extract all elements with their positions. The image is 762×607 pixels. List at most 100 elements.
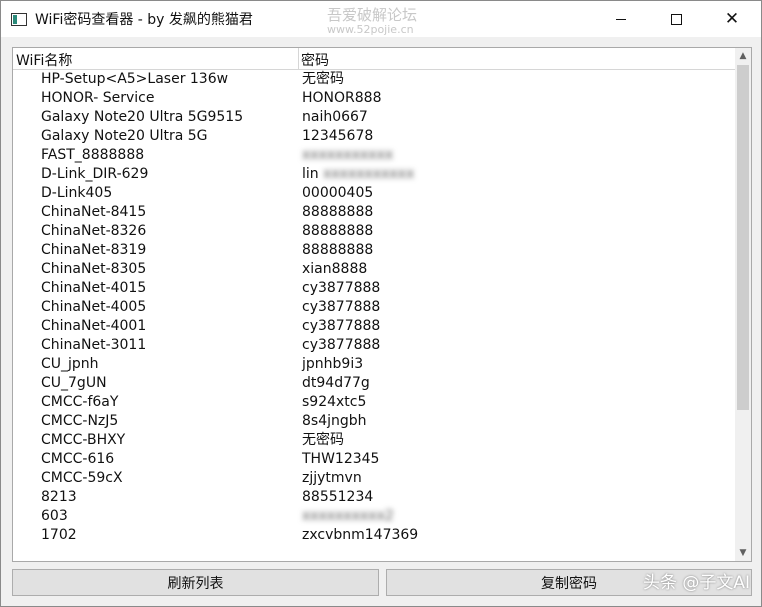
password-cell: s924xtc5 [302,394,367,410]
table-row[interactable]: ChinaNet-4005 cy3877888 [13,298,735,317]
maximize-icon [670,13,682,25]
column-separator[interactable] [298,48,299,70]
minimize-icon [616,18,626,20]
corner-watermark: 头条 @子文AI [643,573,751,593]
password-cell: HONOR888 [302,90,382,106]
table-row[interactable]: ChinaNet-4015 cy3877888 [13,279,735,298]
wifi-name-cell: CU_7gUN [41,375,107,391]
vertical-scrollbar[interactable]: ▲ ▼ [735,48,751,561]
close-icon: ✕ [724,8,740,29]
password-cell: 88888888 [302,204,374,220]
scrollbar-thumb[interactable] [737,65,749,410]
wifi-name-cell: FAST_8888888 [41,147,145,163]
list-rows: HP-Setup<A5>Laser 136w 无密码 HONOR- Service H… [13,70,735,545]
password-cell: jpnhb9i3 [302,356,364,372]
table-row[interactable]: CU_7gUN dt94d77g [13,374,735,393]
minimize-button[interactable] [598,1,644,37]
wifi-name-cell: D-Link_DIR-629 [41,166,149,182]
wifi-name-cell: CMCC-f6aY [41,394,119,410]
wifi-name-cell: D-Link405 [41,185,113,201]
column-header-password[interactable]: 密码 [301,50,329,70]
table-row[interactable]: Galaxy Note20 Ultra 5G 12345678 [13,127,735,146]
password-cell: xxxxxxxxxxx [302,147,394,163]
password-cell: cy3877888 [302,318,381,334]
table-row[interactable]: 1702 zxcvbnm147369 [13,526,735,545]
wifi-name-cell: CMCC-59cX [41,470,123,486]
password-cell: 8s4jngbh [302,413,367,429]
table-row[interactable]: ChinaNet-8319 88888888 [13,241,735,260]
password-cell: 88888888 [302,223,374,239]
password-cell: 00000405 [302,185,374,201]
wifi-name-cell: ChinaNet-4015 [41,280,147,296]
wifi-name-cell: Galaxy Note20 Ultra 5G [41,128,208,144]
wifi-list[interactable]: WiFi名称 密码 HP-Setup<A5>Laser 136w 无密码 HONOR… [12,47,752,562]
password-cell: xxxxxxxxxx2 [302,508,394,524]
table-row[interactable]: 8213 88551234 [13,488,735,507]
wifi-name-cell: CMCC-BHXY [41,432,126,448]
wifi-name-cell: 603 [41,508,68,524]
wifi-name-cell: 1702 [41,527,77,543]
table-row[interactable]: FAST_8888888 xxxxxxxxxxx [13,146,735,165]
refresh-list-button[interactable]: 刷新列表 [12,569,379,596]
table-row[interactable]: CMCC-616 THW12345 [13,450,735,469]
forum-watermark: 吾爱破解论坛 www.52pojie.cn [327,7,417,36]
table-row[interactable]: 603 xxxxxxxxxx2 [13,507,735,526]
wifi-name-cell: ChinaNet-4005 [41,299,147,315]
table-row[interactable]: ChinaNet-8326 88888888 [13,222,735,241]
password-cell: xian8888 [302,261,368,277]
table-row[interactable]: D-Link405 00000405 [13,184,735,203]
close-button[interactable]: ✕ [709,1,755,37]
password-cell: THW12345 [302,451,380,467]
password-cell: cy3877888 [302,337,381,353]
table-row[interactable]: HONOR- Service HONOR888 [13,89,735,108]
column-header-name[interactable]: WiFi名称 [16,50,72,70]
watermark-line1: 吾爱破解论坛 [327,6,418,24]
table-row[interactable]: CMCC-f6aY s924xtc5 [13,393,735,412]
app-window: WiFi密码查看器 - by 发飙的熊猫君 吾爱破解论坛 www.52pojie… [0,0,762,607]
watermark-line2: www.52pojie.cn [327,23,414,36]
wifi-name-cell: ChinaNet-8319 [41,242,147,258]
maximize-button[interactable] [653,1,699,37]
wifi-name-cell: HONOR- Service [41,90,155,106]
wifi-name-cell: HP-Setup<A5>Laser 136w [41,71,229,87]
wifi-name-cell: ChinaNet-8305 [41,261,147,277]
password-cell: naih0667 [302,109,368,125]
table-row[interactable]: CMCC-59cX zjjytmvn [13,469,735,488]
table-row[interactable]: CU_jpnh jpnhb9i3 [13,355,735,374]
password-cell: dt94d77g [302,375,370,391]
table-row[interactable]: HP-Setup<A5>Laser 136w 无密码 [13,70,735,89]
table-row[interactable]: Galaxy Note20 Ultra 5G9515 naih0667 [13,108,735,127]
wifi-name-cell: CU_jpnh [41,356,99,372]
password-cell: zxcvbnm147369 [302,527,419,543]
password-cell: zjjytmvn [302,470,362,486]
wifi-name-cell: ChinaNet-8326 [41,223,147,239]
table-row[interactable]: ChinaNet-3011 cy3877888 [13,336,735,355]
password-cell: 12345678 [302,128,374,144]
table-row[interactable]: CMCC-NzJ5 8s4jngbh [13,412,735,431]
table-row[interactable]: D-Link_DIR-629 lin xxxxxxxxxxx [13,165,735,184]
wifi-name-cell: ChinaNet-4001 [41,318,147,334]
scroll-down-icon[interactable]: ▼ [735,545,751,561]
wifi-name-cell: CMCC-NzJ5 [41,413,119,429]
password-cell: lin xxxxxxxxxxx [302,166,415,182]
password-cell: cy3877888 [302,280,381,296]
password-cell: cy3877888 [302,299,381,315]
wifi-name-cell: ChinaNet-3011 [41,337,147,353]
table-row[interactable]: ChinaNet-8305 xian8888 [13,260,735,279]
window-title: WiFi密码查看器 - by 发飙的熊猫君 [35,12,253,28]
table-row[interactable]: CMCC-BHXY 无密码 [13,431,735,450]
wifi-name-cell: 8213 [41,489,77,505]
password-cell: 88551234 [302,489,374,505]
wifi-name-cell: CMCC-616 [41,451,115,467]
password-cell: 无密码 [302,432,344,448]
list-header: WiFi名称 密码 [13,48,735,70]
wifi-name-cell: ChinaNet-8415 [41,204,147,220]
table-row[interactable]: ChinaNet-4001 cy3877888 [13,317,735,336]
wifi-name-cell: Galaxy Note20 Ultra 5G9515 [41,109,244,125]
scroll-up-icon[interactable]: ▲ [735,48,751,64]
app-icon [11,12,27,26]
password-cell: 88888888 [302,242,374,258]
table-row[interactable]: ChinaNet-8415 88888888 [13,203,735,222]
password-cell: 无密码 [302,71,344,87]
title-bar[interactable]: WiFi密码查看器 - by 发飙的熊猫君 吾爱破解论坛 www.52pojie… [1,1,761,37]
